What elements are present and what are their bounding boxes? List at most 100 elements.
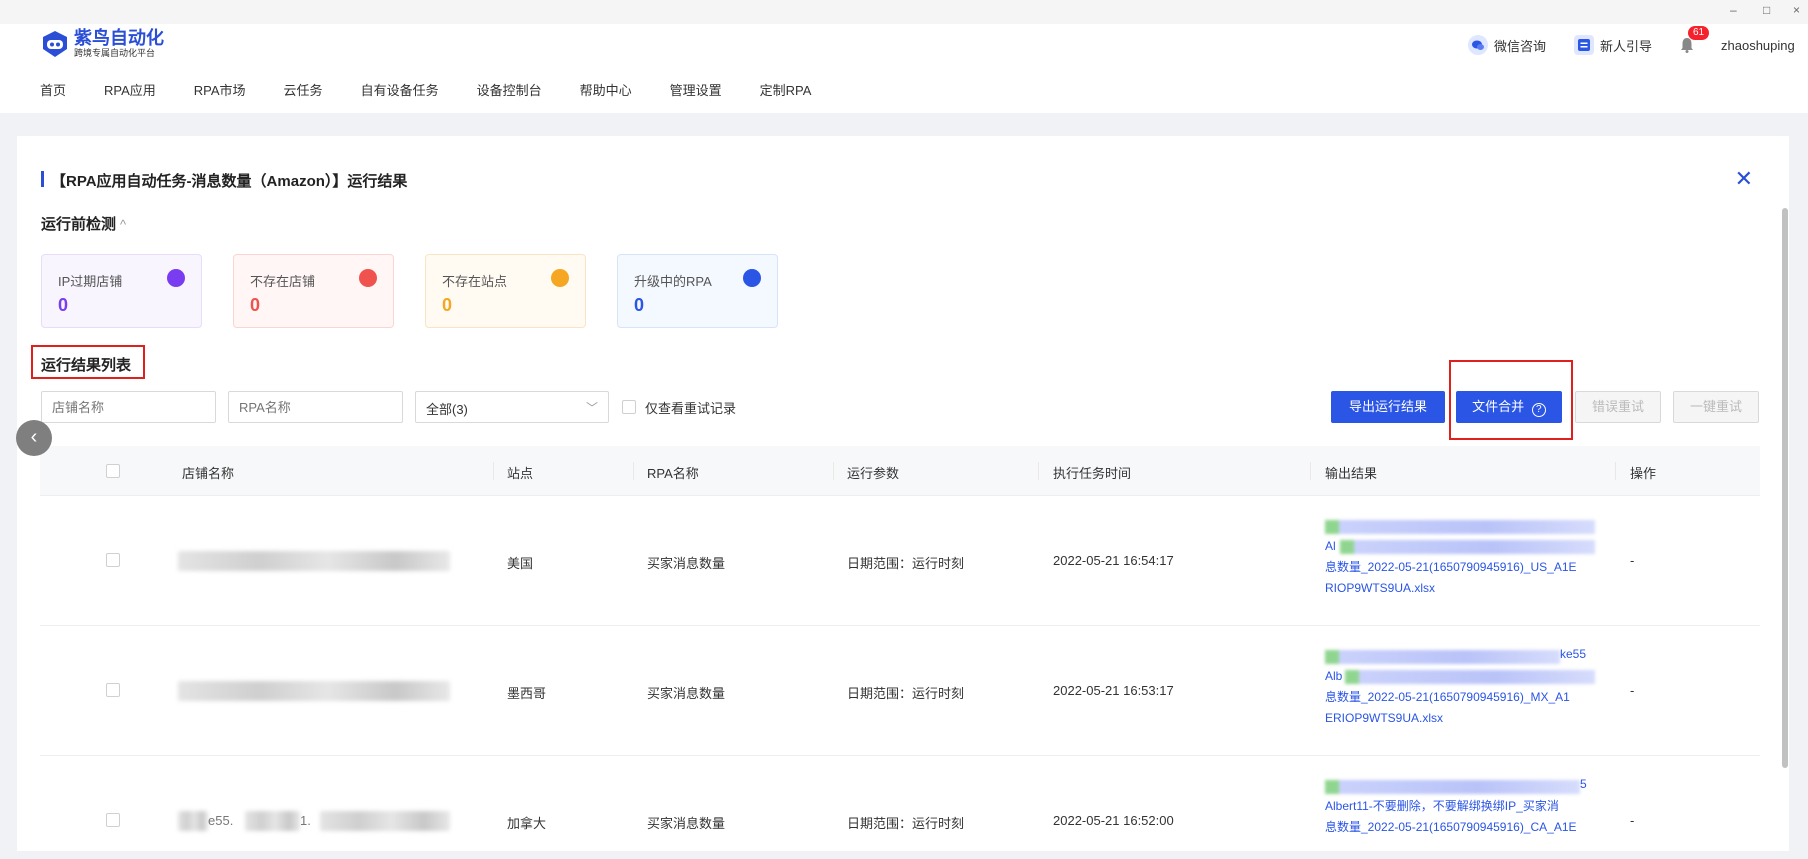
notification-bell[interactable]: 61 [1678,26,1710,58]
new-user-guide-label: 新人引导 [1600,38,1653,54]
column-divider [833,462,834,480]
stat-label: IP过期店铺 [58,274,123,289]
nav-device-console[interactable]: 设备控制台 [477,80,542,99]
nav-cloud-tasks[interactable]: 云任务 [284,80,323,99]
nav-help-center[interactable]: 帮助中心 [580,80,632,99]
chevron-left-icon[interactable]: ‹ [16,420,52,456]
cell-action: - [1630,683,1635,698]
row-checkbox[interactable] [106,813,120,827]
chevron-up-icon: ^ [120,217,127,232]
nav-custom-rpa[interactable]: 定制RPA [760,80,812,99]
status-select[interactable]: 全部(3) ﹀ [415,391,609,423]
redacted-shop-name [245,811,300,831]
redacted-shop-name [178,811,208,831]
col-site: 站点 [507,466,534,481]
username: zhaoshuping [1721,37,1795,53]
cell-rpa-name: 买家消息数量 [647,816,726,831]
cell-exec-time: 2022-05-21 16:53:17 [1053,683,1174,698]
cell-site: 美国 [507,556,534,571]
nav-home[interactable]: 首页 [40,80,66,99]
nav-settings[interactable]: 管理设置 [670,80,722,99]
title-accent-bar [41,171,44,187]
precheck-title: 运行前检测 [41,216,117,233]
output-file-link[interactable]: Al 息数量_2022-05-21(1650790945916)_US_A1E … [1325,536,1595,599]
row-checkbox[interactable] [106,683,120,697]
cell-run-params: 日期范围：运行时刻 [847,686,965,701]
nav-rpa-market[interactable]: RPA市场 [194,80,246,99]
shop-name-fragment: e55. [208,813,234,828]
maximize-button[interactable]: □ [1763,3,1770,17]
cell-action: - [1630,813,1635,828]
stat-label: 升级中的RPA [634,274,712,289]
cell-site: 墨西哥 [507,686,547,701]
logo-title: 紫鸟自动化 [74,28,164,48]
precheck-section-header[interactable]: 运行前检测 ^ [41,213,126,234]
wechat-consult-link[interactable]: 微信咨询 [1468,32,1546,58]
cell-run-params: 日期范围：运行时刻 [847,556,965,571]
cell-rpa-name: 买家消息数量 [647,556,726,571]
status-select-value: 全部(3) [426,402,468,417]
app-logo[interactable]: 紫鸟自动化 跨境专属自动化平台 [40,28,164,59]
col-run-params: 运行参数 [847,466,900,481]
stat-card-missing-site: 不存在站点 0 [425,254,586,328]
cell-site: 加拿大 [507,816,547,831]
new-user-guide-link[interactable]: 新人引导 [1574,32,1652,58]
table-row: 墨西哥 买家消息数量 日期范围：运行时刻 2022-05-21 16:53:17… [40,626,1760,756]
output-fragment: ke55 [1560,647,1587,661]
row-checkbox[interactable] [106,553,120,567]
export-results-button[interactable]: 导出运行结果 [1331,391,1445,423]
stat-card-ip-expired: IP过期店铺 0 [41,254,202,328]
location-icon [551,269,569,287]
col-shop-name: 店铺名称 [182,466,235,481]
stat-value: 0 [250,295,261,315]
stat-label: 不存在店铺 [250,274,316,289]
redacted-output [1325,780,1580,794]
cell-exec-time: 2022-05-21 16:54:17 [1053,553,1174,568]
nav-rpa-apps[interactable]: RPA应用 [104,80,156,99]
nav-own-device-tasks[interactable]: 自有设备任务 [361,80,439,99]
results-table: 店铺名称 站点 RPA名称 运行参数 执行任务时间 输出结果 操作 美国 买家消… [40,446,1760,851]
main-nav: 首页 RPA应用 RPA市场 云任务 自有设备任务 设备控制台 帮助中心 管理设… [40,80,849,99]
vertical-scrollbar[interactable] [1782,208,1788,768]
user-menu[interactable]: zhaoshuping [1721,32,1795,58]
robot-logo-icon [43,30,67,57]
retry-only-label: 仅查看重试记录 [645,401,737,416]
wechat-icon [1468,35,1488,55]
output-file-link[interactable]: Alb 息数量_2022-05-21(1650790945916)_MX_A1 … [1325,666,1595,729]
shop-name-fragment: 1. [300,813,311,828]
page-title: 【RPA应用自动任务-消息数量（Amazon）】运行结果 [51,173,408,190]
minimize-button[interactable]: – [1730,3,1737,17]
redacted-shop-name [178,681,450,701]
notification-count-badge: 61 [1688,26,1710,40]
rpa-name-input[interactable] [228,391,403,423]
col-output: 输出结果 [1325,466,1378,481]
stat-label: 不存在站点 [442,274,508,289]
run-results-panel: 【RPA应用自动任务-消息数量（Amazon）】运行结果 ✕ 运行前检测 ^ IP… [17,136,1789,851]
stat-value: 0 [58,295,69,315]
table-header: 店铺名称 站点 RPA名称 运行参数 执行任务时间 输出结果 操作 [40,446,1760,496]
select-all-checkbox[interactable] [106,464,120,478]
cell-rpa-name: 买家消息数量 [647,686,726,701]
one-click-retry-button[interactable]: 一键重试 [1673,391,1759,423]
window-titlebar: – □ × [0,0,1808,24]
output-fragment: 5 [1580,777,1587,791]
robot-icon [743,269,761,287]
column-divider [1615,462,1616,480]
error-retry-button[interactable]: 错误重试 [1575,391,1661,423]
store-icon [359,269,377,287]
close-window-button[interactable]: × [1793,3,1800,17]
col-exec-time: 执行任务时间 [1053,466,1132,481]
output-file-link[interactable]: Albert11-不要删除，不要解绑换绑IP_买家消 息数量_2022-05-2… [1325,796,1595,838]
guide-icon [1574,35,1594,55]
stat-card-upgrading-rpa: 升级中的RPA 0 [617,254,778,328]
retry-only-checkbox[interactable] [622,400,636,414]
redacted-shop-name [320,811,450,831]
column-divider [633,462,634,480]
chevron-down-icon: ﹀ [585,401,598,415]
shop-name-input[interactable] [41,391,216,423]
close-panel-icon[interactable]: ✕ [1735,166,1753,192]
column-divider [493,462,494,480]
redacted-shop-name [178,551,450,571]
table-row: e55. 1. 加拿大 买家消息数量 日期范围：运行时刻 2022-05-21 … [40,756,1760,851]
col-rpa-name: RPA名称 [647,466,699,481]
